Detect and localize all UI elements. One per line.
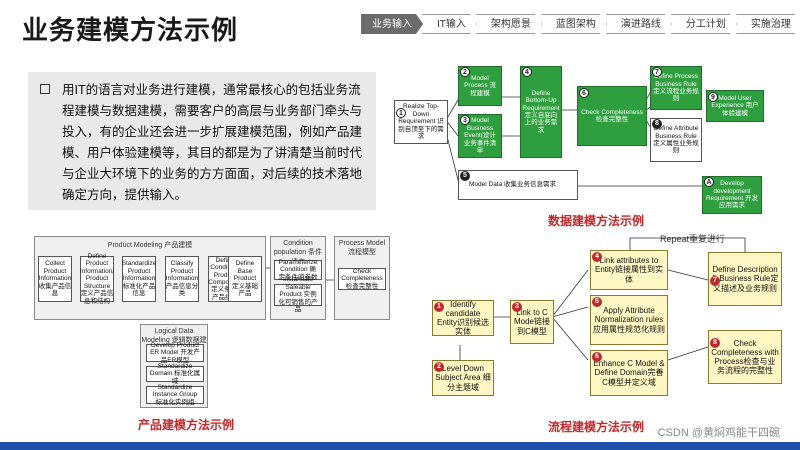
- step-number-icon: 4: [592, 252, 602, 262]
- step-number-icon: 6: [579, 88, 589, 98]
- develop-er-box: Develop Product ER Model 开发产品ER模型: [146, 342, 204, 364]
- classify-product-box: Classify Product Information 产品信息分类: [165, 256, 199, 302]
- step-number-icon: 1: [434, 302, 444, 312]
- step-number-icon: 3: [512, 302, 522, 312]
- standardize-domain-box: Standardize Domain 标准化属域: [146, 363, 204, 385]
- check-completeness-box: Check Completeness 检查完整性: [338, 268, 386, 290]
- step-number-icon: 4: [522, 67, 532, 77]
- step-number-icon: A: [704, 177, 714, 187]
- define-bottom-up-box: Define Bottom-Up Requirement 定义自底向上的业务需求: [520, 66, 562, 158]
- collect-product-box: Collect Product Information 收集产品信息: [38, 256, 72, 302]
- define-base-product-box: Define Base Product 定义基础产品: [228, 256, 262, 302]
- check-completeness-box: Check Completeness with Process检查与业务流程的完…: [708, 330, 782, 384]
- model-data-box: Model Data 收集业务信息需求: [458, 170, 578, 200]
- repeat-label: Repeat重复进行: [660, 234, 726, 244]
- process-model-caption: 流程建模方法示例: [548, 420, 645, 434]
- data-model-caption: 数据建模方法示例: [548, 214, 645, 228]
- define-product-info-box: Define Product Information/ Product Stru…: [79, 252, 115, 305]
- step-number-icon: 2: [460, 67, 470, 77]
- step-number-icon: 9: [708, 92, 718, 102]
- product-model-caption: 产品建模方法示例: [138, 418, 235, 432]
- step-number-icon: 6: [592, 352, 602, 362]
- watermark: CSDN @黄焖鸡能干四碗: [657, 427, 780, 439]
- bottom-bar: [0, 442, 800, 450]
- step-number-icon: 8: [710, 338, 720, 348]
- step-number-icon: 7: [710, 276, 720, 286]
- standardize-instance-box: Standardize Instance Group 标准化实例组: [146, 384, 204, 406]
- instantiate-product-box: Instantiate Saleable Product 实例化可销售的产品: [274, 276, 322, 313]
- step-number-icon: 5: [592, 297, 602, 307]
- step-number-icon: 3: [460, 115, 470, 125]
- step-number-icon: 8: [652, 119, 662, 129]
- step-number-icon: 7: [652, 67, 662, 77]
- realize-requirement-box: Realize Top-Down Requirement 识别自顶至下的需求: [394, 100, 448, 144]
- step-number-icon: 1: [396, 108, 406, 118]
- standardize-product-box: Standardize Product Information 标准化产品信息: [122, 256, 156, 302]
- step-number-icon: 5: [460, 171, 470, 181]
- step-number-icon: 2: [434, 362, 444, 372]
